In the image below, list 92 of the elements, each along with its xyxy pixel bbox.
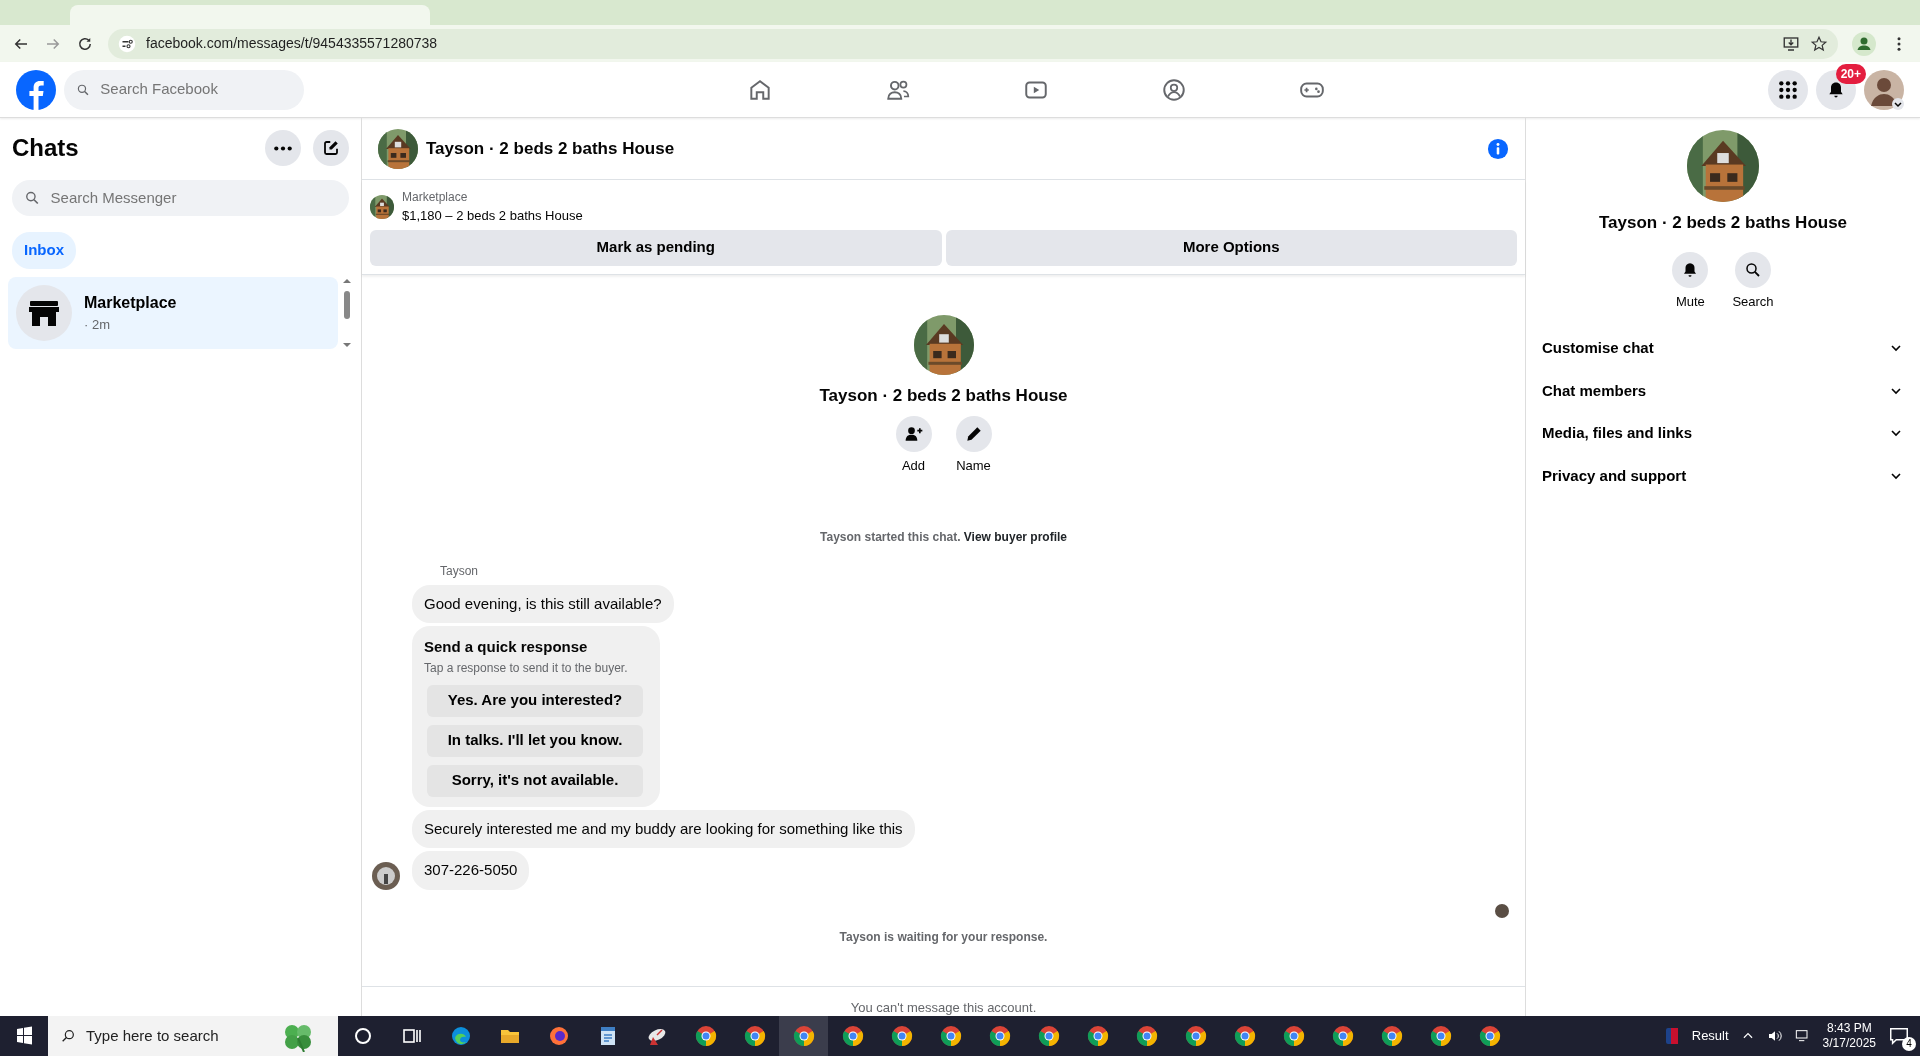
edit-name-button[interactable] bbox=[955, 416, 992, 452]
action-label: Search bbox=[1732, 292, 1774, 311]
quick-response-button[interactable]: Yes. Are you interested? bbox=[427, 684, 643, 717]
profile-name: Tayson · 2 beds 2 baths House bbox=[1598, 212, 1848, 234]
section-header[interactable]: Customise chat bbox=[1542, 327, 1904, 370]
chrome-icon bbox=[1428, 1024, 1453, 1048]
message-bubble: Good evening, is this still available? bbox=[412, 584, 674, 623]
logo-icon[interactable] bbox=[16, 69, 56, 110]
listing-source: Marketplace bbox=[402, 189, 469, 206]
chrome-icon bbox=[840, 1024, 865, 1048]
chats-title: Chats bbox=[12, 133, 79, 163]
chrome-icon bbox=[1477, 1024, 1502, 1048]
quick-response-title: Send a quick response bbox=[424, 637, 589, 657]
clock[interactable]: 8:43 PM 3/17/2025 bbox=[1822, 1021, 1876, 1051]
search-field[interactable]: Search Messenger bbox=[12, 180, 349, 216]
search-icon bbox=[1744, 260, 1762, 279]
section-header[interactable]: Media, files and links bbox=[1542, 412, 1904, 455]
profile-name: Tayson · 2 beds 2 baths House bbox=[819, 384, 1068, 407]
quick-response-hint: Tap a response to send it to the buyer. bbox=[424, 659, 629, 677]
chrome-icon bbox=[1330, 1024, 1355, 1048]
sports-icon bbox=[1663, 1026, 1680, 1046]
message-bubble: Securely interested me and my buddy are looking for something like this bbox=[412, 809, 915, 848]
chrome-icon bbox=[1183, 1024, 1208, 1048]
taskbar-app[interactable] bbox=[779, 1016, 828, 1056]
options-button[interactable] bbox=[265, 130, 301, 166]
search-input[interactable]: Search Facebook bbox=[98, 77, 292, 102]
action-label: Add bbox=[901, 457, 926, 475]
action-label: Mute bbox=[1675, 292, 1705, 311]
more-icon bbox=[274, 145, 292, 151]
storefront-icon bbox=[16, 284, 72, 341]
chrome-icon bbox=[938, 1024, 963, 1048]
site-settings-icon[interactable] bbox=[118, 34, 136, 53]
taskbar-search-field[interactable]: Type here to search bbox=[48, 1016, 338, 1056]
taskbar-search-placeholder: Type here to search bbox=[86, 1025, 219, 1046]
chat-started-note: Tayson started this chat. View buyer profile bbox=[819, 528, 1068, 546]
network-icon[interactable] bbox=[1794, 1028, 1811, 1044]
section-header[interactable]: Privacy and support bbox=[1542, 454, 1904, 497]
chrome-icon bbox=[987, 1024, 1012, 1048]
footer-note: You can't message this account. bbox=[850, 1000, 1037, 1015]
search-input[interactable]: Search Messenger bbox=[48, 185, 337, 211]
notification-count: 20+ bbox=[1835, 63, 1866, 84]
search-field[interactable]: Search Facebook bbox=[64, 69, 304, 110]
listing-summary: $1,180 – 2 beds 2 baths House bbox=[402, 207, 583, 225]
quick-response-button[interactable]: In talks. I'll let you know. bbox=[427, 724, 643, 757]
weather-text: Result bbox=[1691, 1027, 1729, 1046]
quick-response-button[interactable]: Sorry, it's not available. bbox=[427, 764, 643, 797]
add-person-button[interactable] bbox=[895, 416, 932, 452]
buyer-profile-link[interactable]: View buyer profile bbox=[963, 529, 1067, 544]
chrome-icon bbox=[1281, 1024, 1306, 1048]
chrome-icon bbox=[742, 1024, 767, 1048]
seen-avatar bbox=[1495, 903, 1509, 918]
chrome-icon bbox=[1134, 1024, 1159, 1048]
chrome-icon bbox=[791, 1024, 816, 1048]
message-bubble: 307-226-5050 bbox=[412, 851, 530, 890]
chrome-icon bbox=[1232, 1024, 1257, 1048]
sender-name: Tayson bbox=[440, 562, 480, 580]
chat-item[interactable]: Marketplace · 2m bbox=[8, 276, 338, 349]
section-header[interactable]: Chat members bbox=[1542, 369, 1904, 412]
more-options-button[interactable]: More Options bbox=[945, 229, 1517, 266]
chat-time: · 2m bbox=[84, 315, 111, 334]
chrome-icon bbox=[693, 1024, 718, 1048]
chrome-icon bbox=[889, 1024, 914, 1048]
menu-button[interactable] bbox=[1768, 69, 1808, 110]
conversation-title: Tayson · 2 beds 2 baths House bbox=[426, 137, 675, 160]
address-bar[interactable]: facebook.com/messages/t/9454335571280738 bbox=[108, 28, 1838, 59]
info-icon[interactable] bbox=[1487, 137, 1509, 160]
notification-count: 4 bbox=[1902, 1037, 1916, 1051]
action-label: Name bbox=[956, 457, 991, 475]
add-person-icon bbox=[903, 424, 924, 444]
mute-button[interactable] bbox=[1672, 251, 1709, 288]
new-message-button[interactable] bbox=[313, 130, 349, 166]
chat-name: Marketplace bbox=[84, 292, 177, 313]
groups-icon bbox=[1161, 76, 1187, 103]
notification-center-icon[interactable] bbox=[1888, 1025, 1910, 1047]
chrome-icon bbox=[1379, 1024, 1404, 1048]
chrome-icon bbox=[1036, 1024, 1061, 1048]
speaker-icon[interactable] bbox=[1766, 1028, 1783, 1044]
grid-icon bbox=[1778, 79, 1798, 100]
compose-icon bbox=[322, 139, 340, 157]
avatar[interactable] bbox=[1864, 69, 1904, 110]
profile-icon[interactable] bbox=[1852, 31, 1876, 56]
search-button[interactable] bbox=[1735, 251, 1771, 288]
mark-pending-button[interactable]: Mark as pending bbox=[370, 229, 942, 266]
avatar bbox=[372, 861, 400, 890]
search-icon bbox=[60, 1028, 76, 1044]
waiting-note: Tayson is waiting for your response. bbox=[838, 928, 1049, 946]
search-icon bbox=[24, 189, 41, 207]
url-text: facebook.com/messages/t/9454335571280738 bbox=[146, 34, 438, 53]
chrome-icon bbox=[1085, 1024, 1110, 1048]
filter-tab[interactable]: Inbox bbox=[12, 232, 76, 269]
star-icon[interactable] bbox=[1810, 34, 1828, 53]
install-app-icon[interactable] bbox=[1782, 34, 1800, 53]
